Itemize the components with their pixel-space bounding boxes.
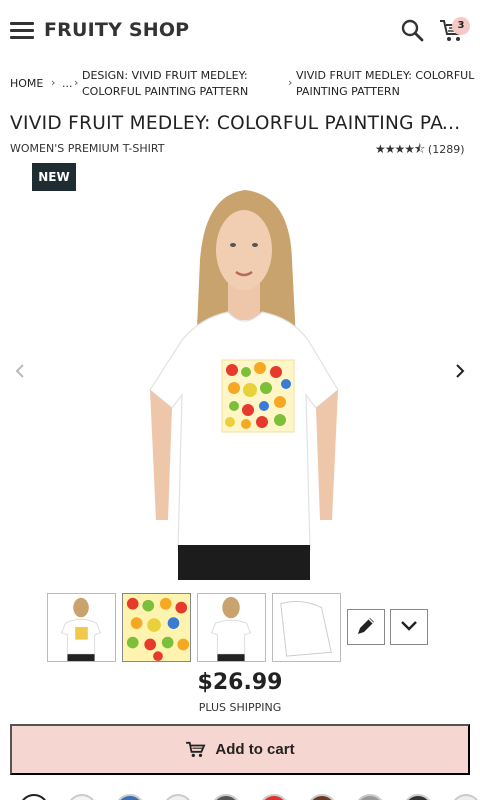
new-badge: NEW <box>32 163 76 191</box>
breadcrumb-product[interactable]: VIVID FRUIT MEDLEY: COLORFUL PAINTING PA… <box>296 68 474 100</box>
breadcrumb-product-line1: VIVID FRUIT MEDLEY: COLORFUL <box>296 69 475 82</box>
color-swatch[interactable] <box>163 794 193 800</box>
color-swatch[interactable] <box>355 794 385 800</box>
product-title: VIVID FRUIT MEDLEY: COLORFUL PAINTING PA… <box>10 113 470 134</box>
product-subtitle: WOMEN'S PREMIUM T-SHIRT <box>10 142 165 155</box>
color-swatch[interactable] <box>115 794 145 800</box>
color-swatch[interactable] <box>259 794 289 800</box>
cart-count-badge: 3 <box>452 17 470 35</box>
product-image <box>149 190 339 580</box>
product-rating[interactable]: ★★★★⯪ (1289) <box>375 140 464 161</box>
cart-icon <box>186 741 206 757</box>
product-price: $26.99 <box>197 670 283 695</box>
pencil-icon <box>358 617 374 634</box>
color-swatch[interactable] <box>307 794 337 800</box>
color-swatch[interactable] <box>19 794 49 800</box>
previous-image-arrow-icon[interactable] <box>12 362 28 380</box>
rating-stars-icon: ★★★★⯪ <box>375 142 425 156</box>
color-swatch[interactable] <box>67 794 97 800</box>
breadcrumb-product-line2: PAINTING PATTERN <box>296 85 400 98</box>
color-swatch[interactable] <box>403 794 433 800</box>
thumbnail-model-front[interactable] <box>47 593 116 662</box>
add-to-cart-button[interactable]: Add to cart <box>10 724 470 775</box>
more-thumbnails-button[interactable] <box>390 609 428 645</box>
brand-logo[interactable]: FRUITY SHOP <box>44 19 189 41</box>
chevron-down-icon <box>401 620 417 631</box>
thumbnail-sleeve-detail[interactable] <box>272 593 341 662</box>
breadcrumb: HOME › ... › DESIGN: VIVID FRUIT MEDLEY:… <box>10 68 475 104</box>
breadcrumb-design-line1: DESIGN: VIVID FRUIT MEDLEY: <box>82 69 248 82</box>
chevron-right-icon: › <box>288 76 293 89</box>
next-image-arrow-icon[interactable] <box>452 362 468 380</box>
search-icon[interactable] <box>400 18 424 42</box>
add-to-cart-label: Add to cart <box>215 741 295 758</box>
top-header: FRUITY SHOP 3 <box>0 0 480 62</box>
breadcrumb-design-line2: COLORFUL PAINTING PATTERN <box>82 85 249 98</box>
color-swatches <box>0 790 480 800</box>
breadcrumb-design[interactable]: DESIGN: VIVID FRUIT MEDLEY: COLORFUL PAI… <box>82 68 248 100</box>
customize-button[interactable] <box>347 609 385 645</box>
chevron-right-icon: › <box>74 76 79 89</box>
chevron-right-icon: › <box>51 76 56 89</box>
shipping-note: PLUS SHIPPING <box>198 701 282 714</box>
hamburger-menu-icon[interactable] <box>10 22 34 42</box>
thumbnail-model-back[interactable] <box>197 593 266 662</box>
color-swatch[interactable] <box>451 794 480 800</box>
color-swatch[interactable] <box>211 794 241 800</box>
breadcrumb-ellipsis[interactable]: ... <box>62 76 73 92</box>
thumbnail-design[interactable] <box>122 593 191 662</box>
rating-count: (1289) <box>427 143 465 156</box>
breadcrumb-home[interactable]: HOME <box>10 76 43 92</box>
